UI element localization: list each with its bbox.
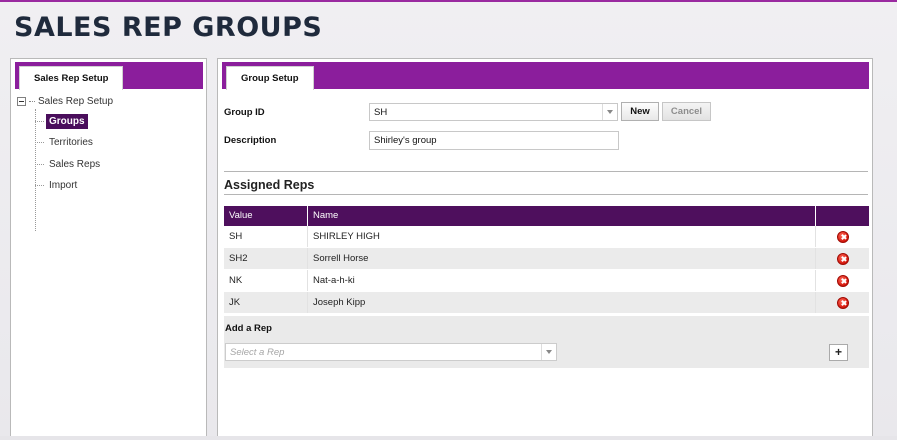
column-header-name[interactable]: Name bbox=[308, 206, 816, 226]
add-rep-area: Add a Rep Select a Rep + bbox=[224, 316, 869, 368]
tab-group-setup[interactable]: Group Setup bbox=[226, 66, 314, 90]
tree-connector bbox=[29, 100, 35, 102]
collapse-icon[interactable] bbox=[17, 96, 26, 106]
assigned-reps-title: Assigned Reps bbox=[224, 178, 315, 192]
add-rep-label: Add a Rep bbox=[225, 323, 272, 334]
group-setup-panel: Group Setup Group ID SH New Cancel Descr… bbox=[217, 58, 873, 440]
dropdown-arrow-icon[interactable] bbox=[602, 104, 617, 120]
group-id-label: Group ID bbox=[224, 107, 265, 118]
table-row[interactable]: NK Nat-a-h-ki bbox=[224, 270, 869, 292]
sales-rep-setup-panel: Sales Rep Setup Sales Rep Setup Groups T… bbox=[10, 58, 207, 440]
tree-root-label: Sales Rep Setup bbox=[38, 95, 114, 107]
tree-item-label: Import bbox=[49, 179, 78, 191]
column-header-actions bbox=[816, 206, 869, 226]
tree-item-import[interactable]: Import bbox=[35, 175, 80, 195]
tree-item-label: Sales Reps bbox=[49, 158, 101, 170]
assigned-reps-grid: Value Name SH SHIRLEY HIGH SH2 Sorrell H… bbox=[224, 206, 869, 314]
description-label: Description bbox=[224, 135, 277, 146]
section-divider bbox=[224, 194, 868, 195]
tree-root[interactable]: Sales Rep Setup bbox=[17, 93, 113, 109]
delete-icon[interactable] bbox=[837, 275, 849, 287]
table-row[interactable]: JK Joseph Kipp bbox=[224, 292, 869, 314]
delete-icon[interactable] bbox=[837, 231, 849, 243]
dropdown-arrow-icon[interactable] bbox=[541, 344, 556, 360]
delete-icon[interactable] bbox=[837, 297, 849, 309]
page-title: SALES REP GROUPS bbox=[14, 12, 323, 43]
panel-header: Sales Rep Setup bbox=[15, 62, 203, 90]
select-rep-combo[interactable]: Select a Rep bbox=[225, 343, 557, 361]
cancel-button[interactable]: Cancel bbox=[662, 102, 711, 121]
group-id-combo[interactable]: SH bbox=[369, 103, 618, 121]
tree-item-label: Territories bbox=[49, 136, 93, 148]
top-accent-line bbox=[0, 0, 897, 2]
panel-header: Group Setup bbox=[222, 62, 869, 90]
section-divider bbox=[224, 171, 868, 172]
new-button[interactable]: New bbox=[621, 102, 659, 121]
description-field[interactable]: Shirley's group bbox=[369, 131, 619, 150]
tree-item-sales-reps[interactable]: Sales Reps bbox=[35, 154, 103, 174]
tree-item-label: Groups bbox=[46, 113, 88, 129]
setup-tree: Sales Rep Setup bbox=[17, 93, 113, 109]
rep-name: Nat-a-h-ki bbox=[308, 270, 816, 291]
tab-sales-rep-setup[interactable]: Sales Rep Setup bbox=[19, 66, 124, 90]
table-row[interactable]: SH2 Sorrell Horse bbox=[224, 248, 869, 270]
tree-item-territories[interactable]: Territories bbox=[35, 132, 96, 152]
add-rep-button[interactable]: + bbox=[829, 344, 848, 361]
rep-value: NK bbox=[224, 270, 308, 291]
grid-header: Value Name bbox=[224, 206, 869, 226]
rep-value: SH2 bbox=[224, 248, 308, 269]
tree-item-groups[interactable]: Groups bbox=[35, 111, 88, 131]
group-id-value: SH bbox=[374, 107, 388, 118]
bottom-edge bbox=[0, 436, 897, 440]
select-rep-placeholder: Select a Rep bbox=[230, 347, 285, 358]
rep-name: SHIRLEY HIGH bbox=[308, 226, 816, 247]
rep-value: SH bbox=[224, 226, 308, 247]
table-row[interactable]: SH SHIRLEY HIGH bbox=[224, 226, 869, 248]
rep-name: Sorrell Horse bbox=[308, 248, 816, 269]
delete-icon[interactable] bbox=[837, 253, 849, 265]
rep-name: Joseph Kipp bbox=[308, 292, 816, 313]
rep-value: JK bbox=[224, 292, 308, 313]
column-header-value[interactable]: Value bbox=[224, 206, 308, 226]
